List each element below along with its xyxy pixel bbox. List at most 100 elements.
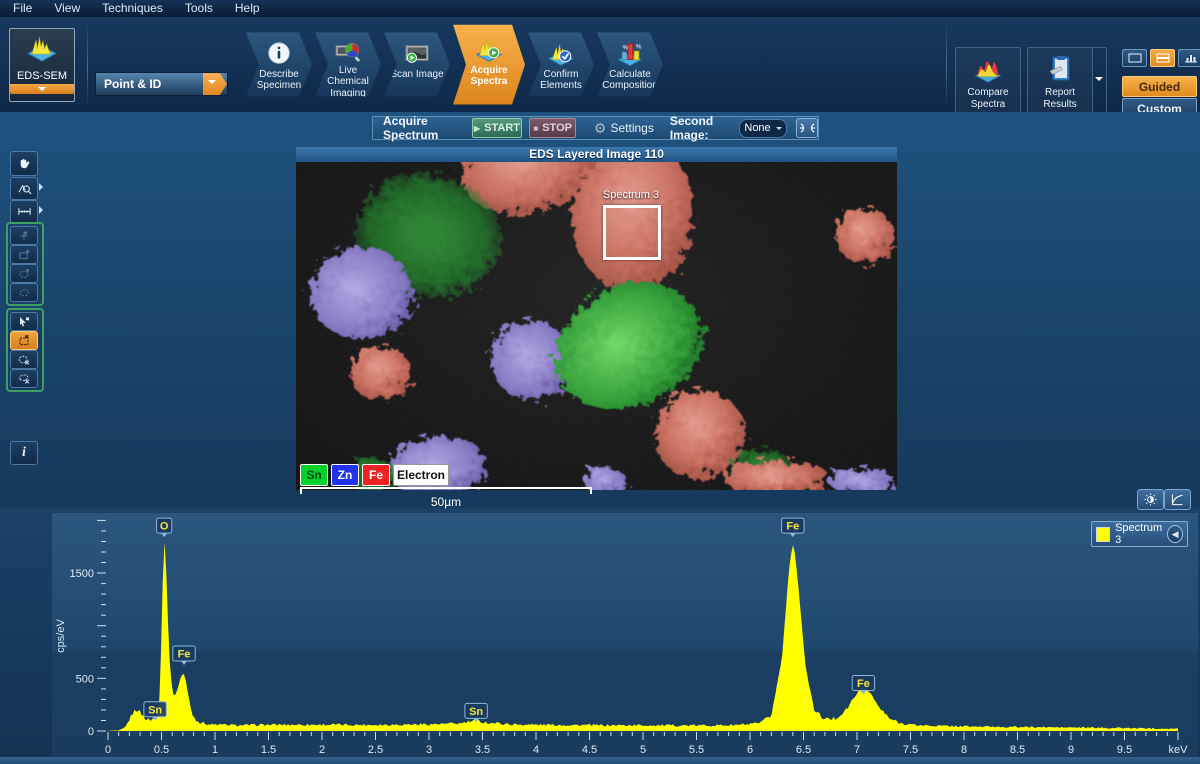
workflow-calculate-composition[interactable]: %% Calculate Composition <box>597 33 663 97</box>
menu-file[interactable]: File <box>4 0 41 17</box>
svg-text:%: % <box>636 43 642 50</box>
svg-text:4.5: 4.5 <box>582 744 597 756</box>
workflow-step-label: Calculate Composition <box>602 69 658 93</box>
settings-button[interactable]: ⚙ Settings <box>594 121 654 135</box>
acquire-toolbar-title: Acquire Spectrum <box>383 114 460 142</box>
menu-techniques[interactable]: Techniques <box>93 0 172 17</box>
workflow-step-label: Confirm Elements <box>533 69 589 93</box>
svg-text:3.5: 3.5 <box>475 744 490 756</box>
point-marker-tool-button[interactable] <box>10 226 38 245</box>
svg-text:0.5: 0.5 <box>154 744 169 756</box>
info-icon: i <box>22 445 26 461</box>
layer-chip-fe[interactable]: Fe <box>362 464 390 486</box>
workflow-scan-image[interactable]: Scan Image <box>384 33 450 97</box>
settings-label: Settings <box>610 121 653 135</box>
second-image-dropdown[interactable]: None <box>739 119 787 138</box>
zoom-region-tool-button[interactable] <box>10 177 38 200</box>
gamma-curve-button[interactable] <box>1164 489 1191 510</box>
layered-image[interactable]: Spectrum 3 SnZnFeElectron <box>296 162 897 490</box>
guided-mode-button[interactable]: Guided <box>1122 76 1197 97</box>
stop-button[interactable]: ■ STOP <box>529 118 575 138</box>
remove-ellipse-select-tool-button[interactable] <box>10 350 38 369</box>
rectangle-select-tool-button[interactable] <box>10 331 38 350</box>
select-marker-tool-button[interactable] <box>10 312 38 331</box>
confirm-elements-icon <box>546 39 576 69</box>
layout-single-pane-button[interactable] <box>1122 49 1147 67</box>
spectrum-marker-label: Spectrum 3 <box>593 189 669 201</box>
technique-dropdown[interactable]: Point & ID <box>95 72 228 96</box>
layer-chip-electron[interactable]: Electron <box>393 464 449 486</box>
info-button[interactable]: i <box>10 441 38 465</box>
menu-view[interactable]: View <box>45 0 89 17</box>
measure-tool-button[interactable] <box>10 200 38 223</box>
peak-label-fe: Fe <box>852 676 874 695</box>
compare-spectra-icon <box>972 53 1004 85</box>
spectrum-chart-panel: 00.511.522.533.544.555.566.577.588.599.5… <box>52 513 1198 757</box>
layout-chart-pane-button[interactable] <box>1178 49 1200 67</box>
measure-tool-flyout-arrow[interactable] <box>39 206 47 214</box>
layer-chip-sn[interactable]: Sn <box>300 464 328 486</box>
app-button-eds-sem[interactable]: EDS-SEM <box>9 28 75 102</box>
pointer-flag-icon <box>17 315 31 328</box>
menu-help[interactable]: Help <box>226 0 269 17</box>
svg-text:4: 4 <box>533 744 539 756</box>
ribbon-separator <box>87 22 88 107</box>
ellipse-marker-tool-button[interactable] <box>10 264 38 283</box>
mirror-view-button[interactable] <box>796 118 818 138</box>
workflow-describe-specimen[interactable]: Describe Specimen <box>246 33 312 97</box>
menu-tools[interactable]: Tools <box>176 0 222 17</box>
spectrum-marker-box[interactable] <box>603 205 661 260</box>
legend-collapse-button[interactable]: ◀ <box>1167 525 1183 543</box>
svg-text:6.5: 6.5 <box>796 744 811 756</box>
app-button-dropdown[interactable] <box>10 84 74 94</box>
app-button-label: EDS-SEM <box>17 70 67 82</box>
freehand-remove-icon <box>17 372 31 385</box>
svg-text:7: 7 <box>854 744 860 756</box>
svg-text:1: 1 <box>212 744 218 756</box>
freehand-marker-tool-button[interactable] <box>10 283 38 302</box>
svg-text:1500: 1500 <box>70 568 94 580</box>
pan-tool-button[interactable] <box>10 151 38 176</box>
workflow-confirm-elements[interactable]: Confirm Elements <box>528 33 594 97</box>
zoom-area-icon <box>17 181 32 196</box>
workflow-step-label: Live Chemical Imaging <box>320 65 376 100</box>
legend-series-name: Spectrum 3 <box>1115 522 1162 546</box>
image-panel-title: EDS Layered Image 110 <box>296 147 897 162</box>
workflow-acquire-spectra[interactable]: Acquire Spectra <box>453 25 525 105</box>
acquire-spectra-icon <box>474 35 504 65</box>
svg-text:7.5: 7.5 <box>903 744 918 756</box>
rectangle-marker-tool-button[interactable] <box>10 245 38 264</box>
layout-split-pane-button[interactable] <box>1150 49 1175 67</box>
spectrum-chart[interactable]: 00.511.522.533.544.555.566.577.588.599.5… <box>52 513 1198 757</box>
chevron-down-icon <box>38 87 46 95</box>
spectrum-series <box>108 542 1178 731</box>
compare-spectra-button[interactable]: Compare Spectra <box>955 47 1021 115</box>
curve-icon <box>1171 493 1184 506</box>
brightness-contrast-button[interactable] <box>1137 489 1164 510</box>
rectangle-select-icon <box>17 334 31 347</box>
layer-chip-zn[interactable]: Zn <box>331 464 359 486</box>
svg-text:Fe: Fe <box>857 678 870 690</box>
svg-text:Fe: Fe <box>786 521 799 533</box>
element-layer-legend: SnZnFeElectron <box>300 464 449 486</box>
start-button[interactable]: ▶ START <box>472 118 523 138</box>
svg-text:8: 8 <box>961 744 967 756</box>
technique-dropdown-arrow[interactable] <box>203 73 227 95</box>
point-marker-icon <box>17 229 31 242</box>
report-results-button[interactable]: Report Results <box>1027 47 1093 115</box>
svg-text:%: % <box>623 44 629 51</box>
live-chem-icon <box>334 39 362 65</box>
scale-bar <box>300 487 592 494</box>
ellipse-remove-icon <box>17 353 31 366</box>
svg-text:0: 0 <box>105 744 111 756</box>
workflow-live-chemical-imaging[interactable]: Live Chemical Imaging <box>315 33 381 97</box>
zoom-tool-flyout-arrow[interactable] <box>39 183 47 191</box>
remove-freehand-select-tool-button[interactable] <box>10 369 38 388</box>
scale-bar-label: 50µm <box>300 495 592 509</box>
svg-text:2.5: 2.5 <box>368 744 383 756</box>
svg-text:2: 2 <box>319 744 325 756</box>
ellipse-marker-icon <box>17 267 31 280</box>
workflow-steps: Describe SpecimenLive Chemical ImagingSc… <box>246 17 666 112</box>
report-results-dropdown[interactable] <box>1091 47 1107 115</box>
svg-text:cps/eV: cps/eV <box>55 619 67 653</box>
